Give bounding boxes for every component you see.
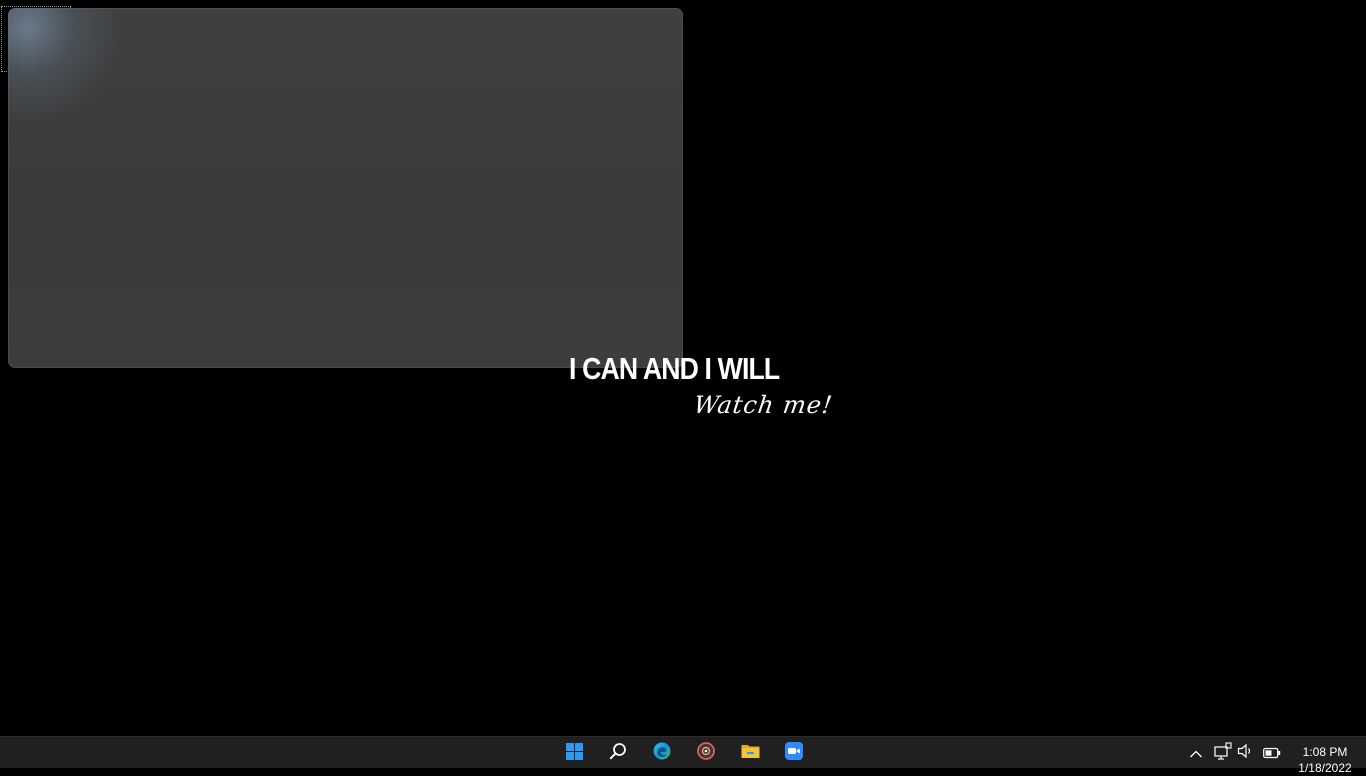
search-icon <box>609 742 627 764</box>
chevron-up-icon <box>1189 744 1203 763</box>
file-explorer-button[interactable] <box>732 740 768 766</box>
volume-button[interactable] <box>1236 743 1256 763</box>
wallpaper-signature: Watch me! <box>692 391 835 419</box>
show-hidden-icons-button[interactable] <box>1186 743 1206 763</box>
clock-date: 1/18/2022 <box>1298 761 1352 775</box>
windows-logo-icon <box>565 742 583 764</box>
speaker-icon <box>1237 743 1255 763</box>
media-app-button[interactable] <box>688 740 724 766</box>
edge-icon <box>653 742 671 764</box>
zoom-video-icon <box>785 742 803 764</box>
taskbar: 1:08 PM 1/18/2022 <box>0 736 1366 775</box>
network-status-button[interactable] <box>1213 742 1233 764</box>
taskbar-clock[interactable]: 1:08 PM 1/18/2022 <box>1290 744 1360 776</box>
edge-button[interactable] <box>644 740 680 766</box>
window-snap-preview <box>8 8 683 368</box>
desktop[interactable]: I CAN AND I WILL Watch me! <box>0 0 1366 736</box>
battery-button[interactable] <box>1262 743 1282 763</box>
battery-icon <box>1263 744 1281 763</box>
disc-icon <box>697 742 715 764</box>
clock-time: 1:08 PM <box>1302 745 1348 759</box>
search-button[interactable] <box>600 740 636 766</box>
folder-icon <box>741 743 760 763</box>
network-icon <box>1214 742 1232 764</box>
zoom-button[interactable] <box>776 740 812 766</box>
wallpaper-quote: I CAN AND I WILL <box>569 351 780 386</box>
start-button[interactable] <box>556 740 592 766</box>
